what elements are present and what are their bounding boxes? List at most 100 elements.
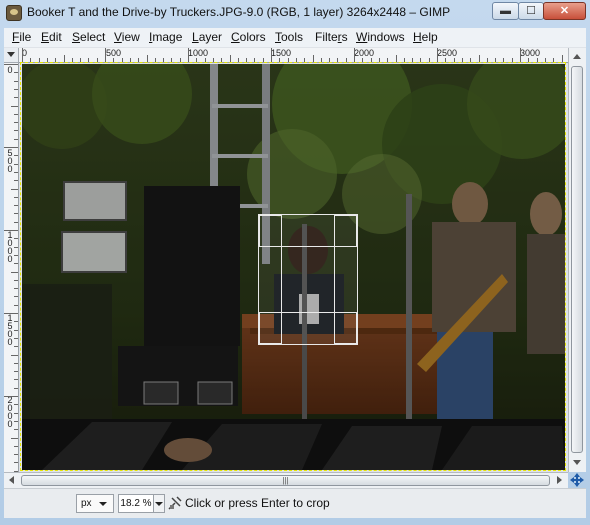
menu-select-mnemonic: S bbox=[72, 30, 81, 44]
ruler-tick bbox=[14, 122, 18, 124]
menu-help-label: elp bbox=[421, 30, 438, 44]
unit-dropdown[interactable]: px bbox=[76, 494, 114, 513]
menu-select[interactable]: Select bbox=[72, 30, 105, 44]
gimp-app-icon[interactable] bbox=[6, 5, 22, 21]
horizontal-scroll-thumb[interactable]: ||| bbox=[21, 475, 550, 486]
ruler-tick bbox=[14, 454, 18, 456]
ruler-tick bbox=[14, 238, 18, 240]
ruler-tick bbox=[11, 271, 18, 273]
ruler-label: 500 bbox=[106, 48, 122, 58]
ruler-tick bbox=[96, 58, 98, 62]
zoom-field[interactable]: 18.2 % bbox=[118, 494, 154, 513]
menu-edit-mnemonic: E bbox=[41, 30, 50, 44]
ruler-tick bbox=[11, 105, 18, 107]
menu-tools[interactable]: Tools bbox=[275, 30, 303, 44]
ruler-tick bbox=[362, 58, 364, 62]
ruler-tick bbox=[14, 138, 18, 140]
minimize-button[interactable]: ▬ bbox=[492, 2, 519, 20]
crop-handle-bottom-right[interactable] bbox=[334, 312, 357, 344]
menu-windows[interactable]: Windows bbox=[356, 30, 405, 44]
ruler-tick bbox=[428, 58, 430, 62]
scroll-left-button[interactable] bbox=[4, 473, 20, 488]
vertical-ruler[interactable]: 0 500 1000 1500 2000 bbox=[4, 63, 19, 472]
crop-handle-bottom-left[interactable] bbox=[259, 312, 282, 344]
ruler-label: 1500 bbox=[271, 48, 292, 58]
ruler-label: 3000 bbox=[520, 48, 541, 58]
menu-edit[interactable]: Edit bbox=[41, 30, 62, 44]
ruler-tick bbox=[503, 58, 505, 62]
close-button[interactable]: ✕ bbox=[543, 2, 586, 20]
zoom-to-fit-button[interactable] bbox=[569, 48, 586, 65]
ruler-tick bbox=[453, 58, 455, 62]
ruler-tick bbox=[212, 58, 214, 62]
ruler-tick bbox=[14, 263, 18, 265]
ruler-tick bbox=[395, 55, 397, 62]
ruler-tick bbox=[370, 58, 372, 62]
ruler-tick bbox=[80, 58, 82, 62]
ruler-tick bbox=[14, 279, 18, 281]
crop-handle-right[interactable] bbox=[334, 247, 357, 312]
ruler-tick bbox=[14, 205, 18, 207]
ruler-tick bbox=[229, 55, 231, 62]
vertical-scroll-thumb[interactable] bbox=[571, 66, 583, 453]
image-canvas[interactable] bbox=[22, 64, 565, 470]
menu-image[interactable]: Image bbox=[149, 30, 182, 44]
title-bar[interactable]: Booker T and the Drive-by Truckers.JPG-9… bbox=[0, 0, 590, 26]
crop-handle-left[interactable] bbox=[259, 247, 282, 312]
crop-handle-top[interactable] bbox=[282, 215, 334, 247]
ruler-label: 1500 bbox=[7, 313, 13, 347]
ruler-tick bbox=[171, 58, 173, 62]
menu-filters-prefix: Filte bbox=[315, 30, 338, 44]
ruler-tick bbox=[14, 362, 18, 364]
menu-help[interactable]: Help bbox=[413, 30, 438, 44]
scroll-right-button[interactable] bbox=[551, 473, 567, 488]
ruler-tick bbox=[354, 48, 355, 62]
ruler-tick bbox=[478, 55, 480, 62]
ruler-tick bbox=[14, 321, 18, 323]
ruler-tick bbox=[11, 188, 18, 190]
ruler-tick bbox=[14, 80, 18, 82]
zoom-dropdown-button[interactable] bbox=[154, 494, 165, 513]
menu-filters[interactable]: Filters bbox=[315, 30, 348, 44]
horizontal-ruler[interactable]: 0 500 1000 1500 2000 2500 3000 bbox=[19, 48, 568, 63]
ruler-tick bbox=[221, 58, 223, 62]
ruler-tick bbox=[163, 58, 165, 62]
ruler-tick bbox=[345, 58, 347, 62]
ruler-label: 1000 bbox=[7, 230, 13, 264]
vertical-scrollbar[interactable] bbox=[568, 48, 586, 472]
horizontal-scrollbar[interactable]: ||| bbox=[4, 472, 568, 488]
menu-file[interactable]: File bbox=[12, 30, 31, 44]
maximize-button[interactable]: ☐ bbox=[518, 2, 544, 20]
ruler-tick bbox=[4, 64, 18, 65]
crop-handle-top-right[interactable] bbox=[334, 215, 357, 247]
ruler-label: 0 bbox=[7, 65, 13, 75]
ruler-tick bbox=[14, 412, 18, 414]
menu-view[interactable]: View bbox=[114, 30, 140, 44]
ruler-label: 1000 bbox=[188, 48, 209, 58]
ruler-tick bbox=[146, 55, 148, 62]
ruler-tick bbox=[279, 58, 281, 62]
ruler-tick bbox=[14, 420, 18, 422]
ruler-label: 500 bbox=[7, 148, 13, 174]
ruler-tick bbox=[320, 58, 322, 62]
scroll-down-button[interactable] bbox=[569, 454, 586, 471]
crop-handle-bottom[interactable] bbox=[282, 312, 334, 344]
crop-rectangle[interactable] bbox=[258, 214, 358, 345]
ruler-tick bbox=[329, 58, 331, 62]
ruler-tick bbox=[14, 337, 18, 339]
ruler-tick bbox=[46, 58, 48, 62]
ruler-tick bbox=[271, 48, 272, 62]
ruler-tick bbox=[14, 387, 18, 389]
ruler-tick bbox=[14, 296, 18, 298]
quick-mask-menu-button[interactable] bbox=[4, 48, 19, 63]
crop-handle-top-left[interactable] bbox=[259, 215, 282, 247]
menu-view-mnemonic: V bbox=[114, 30, 122, 44]
ruler-label: 2000 bbox=[354, 48, 375, 58]
menu-layer[interactable]: Layer bbox=[192, 30, 222, 44]
menu-colors[interactable]: Colors bbox=[231, 30, 266, 44]
ruler-tick bbox=[188, 48, 189, 62]
ruler-tick bbox=[4, 396, 18, 397]
ruler-tick bbox=[461, 58, 463, 62]
status-message: Click or press Enter to crop bbox=[185, 496, 330, 510]
navigate-icon[interactable] bbox=[568, 472, 586, 488]
